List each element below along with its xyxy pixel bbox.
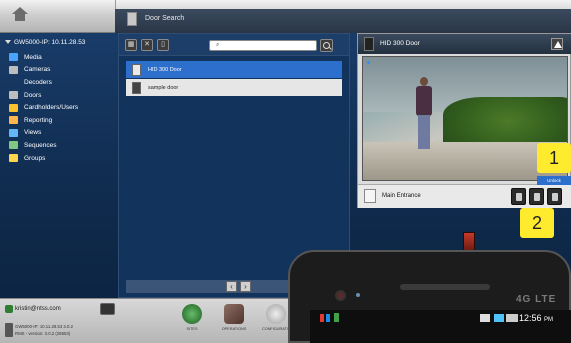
sidebar-item-label: Groups [24, 154, 46, 162]
video-header: HID 300 Door [358, 34, 571, 54]
search-input[interactable]: ⌕ [209, 40, 317, 51]
phone-device: 4G LTE 12:56 PM [288, 250, 571, 343]
server-label: GW5000-IP: 10.11.28.53 [14, 39, 86, 46]
search-button[interactable] [320, 39, 333, 52]
video-title: HID 300 Door [380, 40, 420, 47]
sidebar-item-reporting[interactable]: Reporting [9, 114, 78, 127]
document-icon [127, 12, 137, 26]
door-button[interactable]: ▯ [157, 39, 169, 51]
list-item[interactable]: sample door [126, 79, 342, 96]
user-icon [9, 103, 18, 112]
camera-icon [364, 37, 374, 51]
phone-ampm: PM [544, 317, 553, 323]
trash-button[interactable] [511, 188, 526, 205]
alert-icon[interactable] [551, 38, 563, 50]
callout-2: 2 [520, 208, 554, 238]
door-icon [364, 189, 376, 203]
groups-icon [9, 154, 18, 163]
sidebar-item-decoders[interactable]: Decoders [9, 76, 78, 89]
sidebar-item-label: Decoders [24, 78, 52, 86]
next-page-button[interactable]: › [240, 281, 251, 292]
sidebar-item-label: Sequences [24, 141, 57, 149]
phone-camera-icon [335, 290, 346, 301]
sidebar-item-label: Views [24, 129, 42, 137]
dock-label: configuration [262, 327, 294, 331]
camera-icon [9, 65, 18, 74]
sidebar-item-media[interactable]: Media [9, 51, 78, 64]
server-header[interactable]: GW5000-IP: 10.11.28.53 [5, 39, 85, 46]
sidebar-item-label: Reporting [24, 116, 53, 124]
sidebar-item-label: Doors [24, 91, 42, 99]
data-icon [494, 314, 504, 322]
version-line: RMS - version: 3.0.2 (28653) [15, 331, 71, 336]
list-item[interactable]: HID 300 Door [126, 61, 342, 78]
avatar [5, 305, 13, 313]
dock-configuration[interactable]: configuration [262, 304, 294, 331]
door-control-bar: Main Entrance [358, 184, 571, 208]
download-icon [334, 313, 339, 322]
door-name: HID 300 Door [148, 66, 182, 73]
sidebar-item-label: Cardholders/Users [24, 104, 79, 112]
door-search-header: Door Search [115, 9, 571, 33]
phone-status-bar: 12:56 PM [310, 310, 571, 324]
sidebar-item-label: Media [24, 53, 42, 61]
phone-time: 12:56 [518, 313, 542, 323]
dock-sites[interactable]: sites [178, 304, 206, 331]
notification-icon [320, 314, 324, 322]
globe-icon [182, 304, 202, 324]
user-name: kristin@ntss.com [15, 306, 61, 312]
phone-clock: 12:56 PM [519, 313, 553, 323]
battery-icon [506, 314, 518, 322]
sidebar-item-views[interactable]: Views [9, 127, 78, 140]
speaker-icon[interactable] [100, 303, 115, 315]
report-icon [9, 116, 18, 125]
notification-icon [326, 314, 330, 322]
door-name: sample door [148, 84, 179, 91]
door-icon [9, 91, 18, 100]
dock-label: sites [186, 327, 198, 331]
collapse-icon[interactable] [5, 40, 11, 45]
sequence-icon [9, 141, 18, 150]
nav-list: Media Cameras Decoders Doors Cardholders… [9, 51, 78, 164]
lock-button[interactable] [547, 188, 562, 205]
sidebar-item-sequences[interactable]: Sequences [9, 139, 78, 152]
home-icon[interactable] [10, 7, 30, 23]
door-label: Main Entrance [382, 193, 421, 199]
views-icon [9, 128, 18, 137]
media-icon [9, 53, 18, 62]
grid-view-button[interactable]: ▦ [125, 39, 137, 51]
signal-icon [480, 314, 490, 322]
dock-operations[interactable]: operations [220, 304, 248, 331]
person-figure [413, 77, 435, 152]
sidebar-item-groups[interactable]: Groups [9, 152, 78, 165]
phone-sensor [356, 293, 360, 297]
server-icon [5, 323, 13, 337]
page-title: Door Search [145, 15, 185, 22]
phone-brand: 4G LTE [516, 294, 557, 305]
app-window: Door Search GW5000-IP: 10.11.28.53 Media… [0, 0, 571, 343]
tools-button[interactable]: ✕ [141, 39, 153, 51]
prev-page-button[interactable]: ‹ [226, 281, 237, 292]
server-line: GW5000-IP: 10.11.28.53 3.0.2 [15, 324, 73, 329]
phone-speaker [400, 284, 490, 290]
unlock-tooltip: Unlock [537, 176, 571, 185]
sidebar-item-doors[interactable]: Doors [9, 89, 78, 102]
sidebar-item-cardholders[interactable]: Cardholders/Users [9, 101, 78, 114]
gear-icon [266, 304, 286, 324]
unlock-button[interactable] [529, 188, 544, 205]
sidebar-item-cameras[interactable]: Cameras [9, 64, 78, 77]
recording-indicator [367, 61, 370, 64]
callout-1: 1 [537, 143, 571, 173]
door-icon [132, 63, 141, 76]
panel-toolbar: ▦ ✕ ▯ ⌕ [119, 34, 349, 56]
operations-icon [224, 304, 244, 324]
dock-label: operations [221, 327, 247, 331]
sidebar-item-label: Cameras [24, 66, 51, 74]
sidebar: GW5000-IP: 10.11.28.53 Media Cameras Dec… [5, 33, 117, 293]
lock-cylinder-icon [463, 232, 475, 252]
door-icon [132, 81, 141, 94]
